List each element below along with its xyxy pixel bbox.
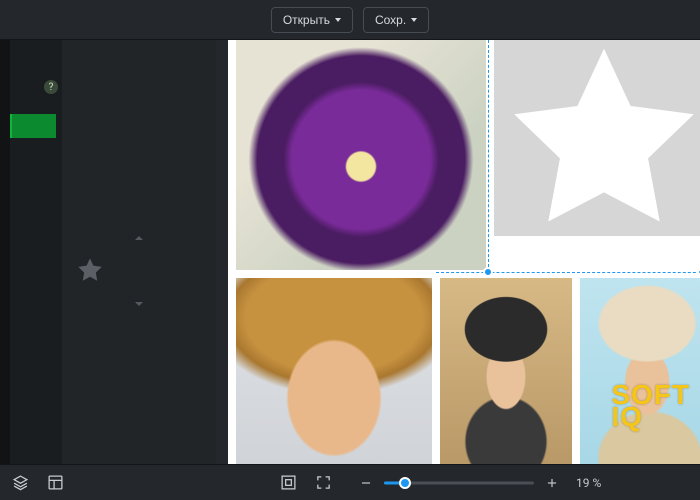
slider-thumb[interactable] (399, 477, 411, 489)
collage-cell-star-placeholder[interactable] (494, 40, 700, 236)
collage-cell-woman-1[interactable] (236, 278, 432, 464)
collage-cell-woman-3[interactable] (580, 278, 700, 464)
zoom-controls: 19 % (358, 475, 601, 491)
selection-handle[interactable] (483, 267, 493, 277)
chevron-down-icon (335, 18, 341, 22)
zoom-value: 19 % (576, 476, 601, 490)
open-button[interactable]: Открыть (271, 7, 353, 33)
star-shape-icon (499, 40, 700, 236)
help-icon[interactable]: ? (44, 80, 58, 94)
layout-icon[interactable] (47, 474, 64, 491)
zoom-in-button[interactable] (544, 475, 560, 491)
status-bar: 19 % (0, 464, 700, 500)
collage-cell-flower[interactable] (236, 40, 486, 270)
collage-cell-woman-2[interactable] (440, 278, 572, 464)
zoom-out-button[interactable] (358, 475, 374, 491)
active-mode-indicator[interactable] (10, 114, 56, 138)
chevron-down-icon (411, 18, 417, 22)
top-toolbar: Открыть Сохр. (0, 0, 700, 40)
chevron-up-icon[interactable] (135, 236, 143, 240)
collage-canvas[interactable] (228, 40, 700, 464)
left-edge-rail (0, 40, 10, 464)
flower-photo (236, 40, 486, 270)
fullscreen-icon[interactable] (315, 474, 332, 491)
woman-smiling-photo (236, 278, 432, 464)
layers-icon[interactable] (12, 474, 29, 491)
woman-black-hat-photo (440, 278, 572, 464)
selection-edge[interactable] (488, 40, 489, 272)
woman-straw-hat-photo (580, 278, 700, 464)
zoom-slider[interactable] (384, 476, 534, 490)
mode-rail: ? (10, 40, 62, 464)
star-tool-icon[interactable] (76, 256, 104, 288)
selection-edge[interactable] (436, 272, 700, 273)
save-label: Сохр. (375, 13, 406, 27)
chevron-down-icon[interactable] (135, 302, 143, 306)
canvas-viewport[interactable]: SOFT IQ (216, 40, 700, 464)
tools-panel (62, 40, 216, 464)
open-label: Открыть (283, 13, 330, 27)
save-button[interactable]: Сохр. (363, 7, 429, 33)
fit-screen-icon[interactable] (280, 474, 297, 491)
